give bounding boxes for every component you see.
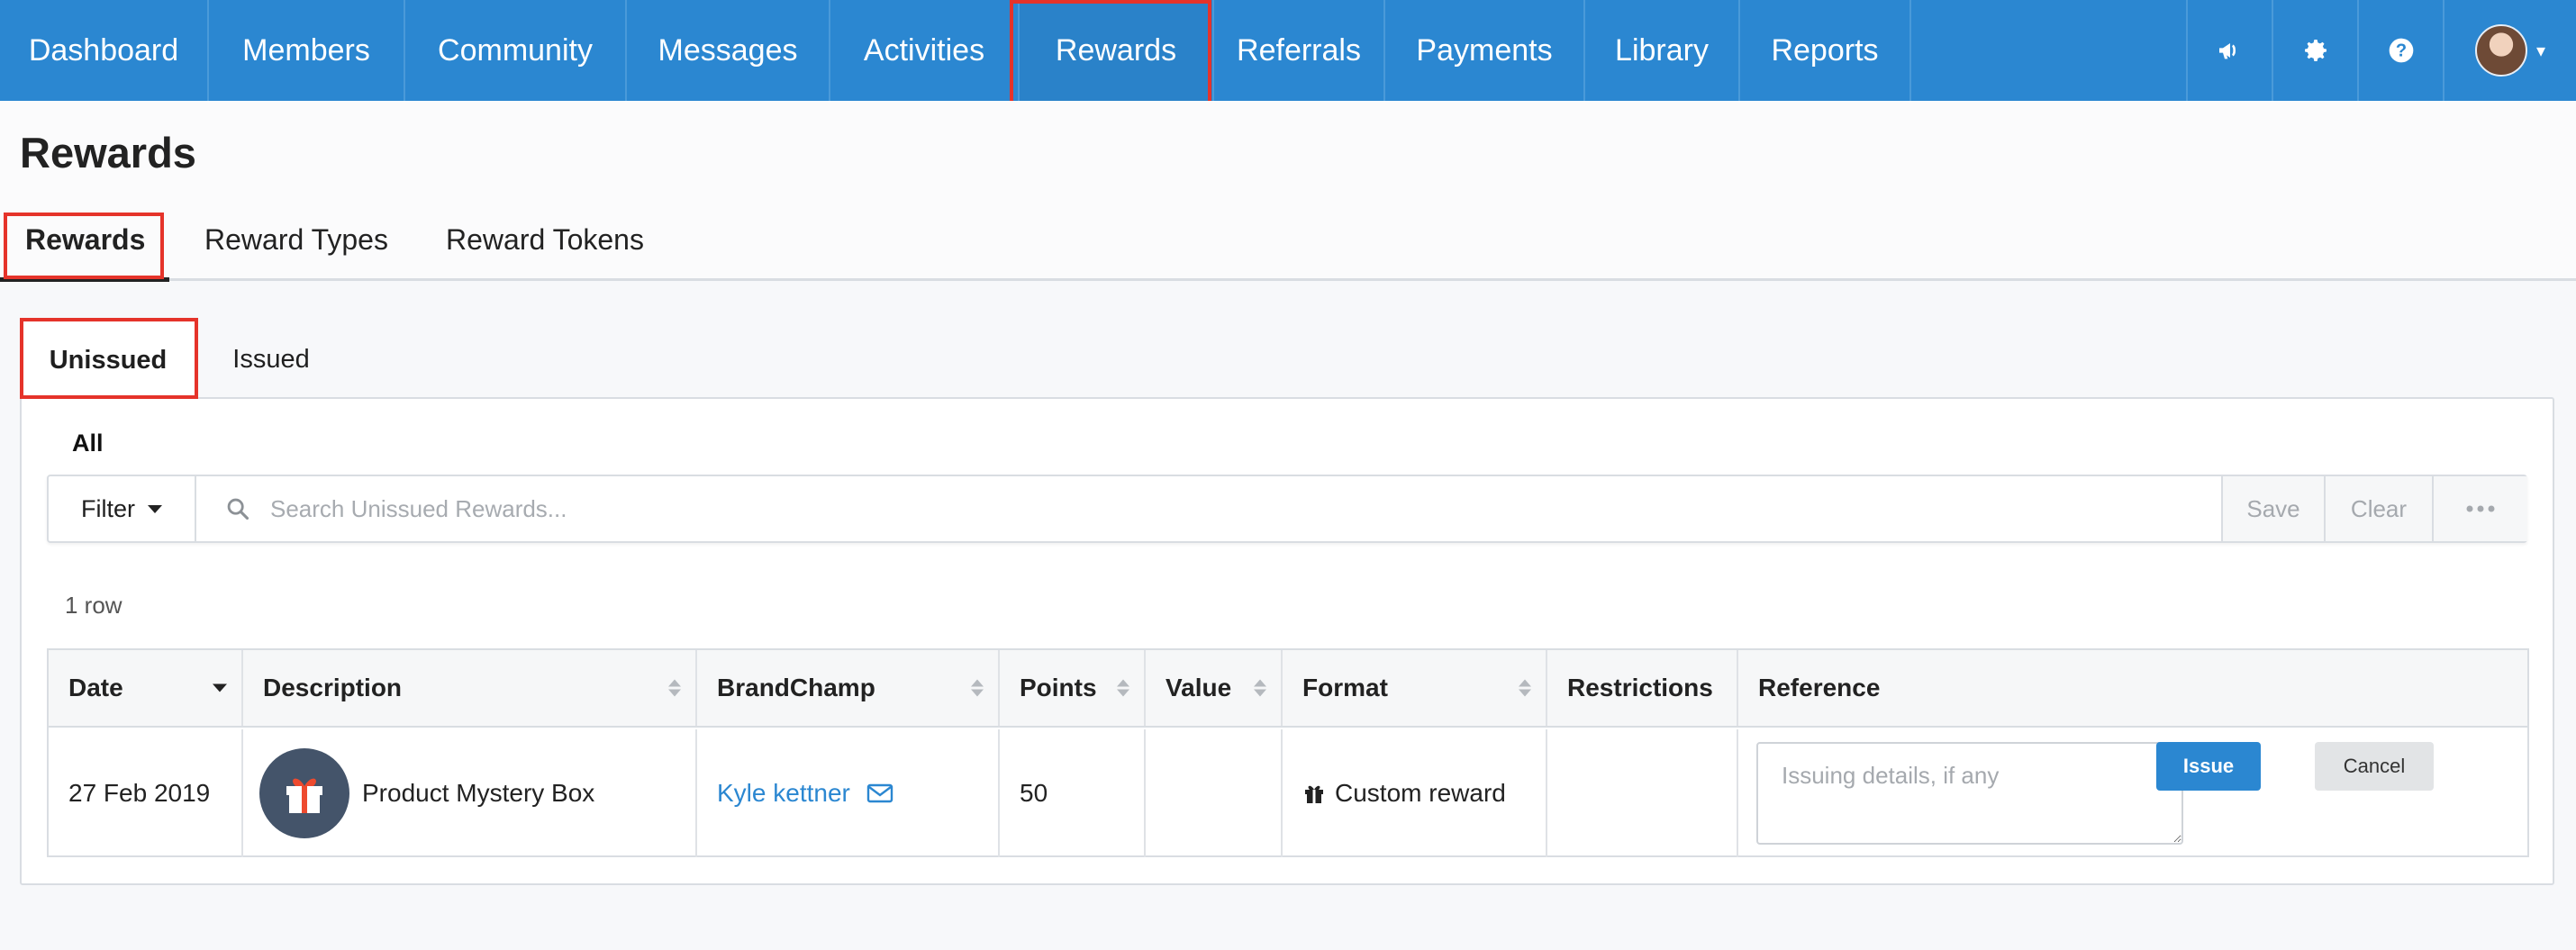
nav-item-community[interactable]: Community	[405, 0, 627, 101]
clear-button[interactable]: Clear	[2324, 476, 2432, 541]
megaphone-icon	[2218, 43, 2236, 59]
subtab-unissued[interactable]: Unissued	[20, 320, 196, 399]
issue-button[interactable]: Issue	[2156, 742, 2261, 791]
column-header-points[interactable]: Points	[1000, 650, 1146, 726]
cell-restrictions	[1547, 729, 1738, 857]
page-title: Rewards	[20, 129, 196, 176]
tab-rewards[interactable]: Rewards	[25, 223, 145, 257]
gift-icon	[1305, 785, 1323, 803]
gear-icon	[2304, 40, 2327, 61]
nav-right-tools: ? ▾	[2186, 0, 2576, 101]
filter-button[interactable]: Filter	[49, 476, 196, 541]
cell-description: Product Mystery Box	[243, 729, 697, 857]
format-text: Custom reward	[1335, 779, 1506, 807]
help-icon: ?	[2389, 38, 2413, 63]
subtab-issued[interactable]: Issued	[213, 320, 330, 399]
description-text: Product Mystery Box	[362, 779, 595, 807]
avatar	[2474, 24, 2527, 77]
nav-item-activities[interactable]: Activities	[830, 0, 1020, 101]
top-navigation: Dashboard Members Community Messages Act…	[0, 0, 2576, 101]
more-button[interactable]	[2432, 476, 2527, 541]
column-header-date[interactable]: Date	[49, 650, 243, 726]
reference-input[interactable]	[1756, 742, 2183, 845]
sort-icon	[1117, 679, 1129, 697]
cell-points: 50	[1000, 729, 1146, 857]
nav-item-reports[interactable]: Reports	[1740, 0, 1911, 101]
caret-down-icon: ▾	[2535, 41, 2546, 61]
sort-icon	[668, 679, 681, 697]
active-tab-indicator	[0, 277, 169, 282]
nav-item-dashboard[interactable]: Dashboard	[0, 0, 209, 101]
filter-bar: Filter Save Clear	[47, 475, 2527, 543]
cell-format: Custom reward	[1283, 729, 1547, 857]
sort-icon	[1519, 679, 1531, 697]
user-menu-button[interactable]: ▾	[2443, 0, 2576, 101]
nav-item-library[interactable]: Library	[1585, 0, 1740, 101]
nav-item-payments[interactable]: Payments	[1385, 0, 1585, 101]
nav-item-rewards[interactable]: Rewards	[1020, 0, 1214, 101]
nav-item-messages[interactable]: Messages	[627, 0, 830, 101]
nav-item-referrals[interactable]: Referrals	[1214, 0, 1385, 101]
page-header: Rewards Rewards Reward Types Reward Toke…	[0, 101, 2576, 282]
column-header-brandchamp[interactable]: BrandChamp	[697, 650, 1000, 726]
brandchamp-link[interactable]: Kyle kettner	[717, 779, 850, 808]
filter-label: Filter	[81, 494, 135, 522]
gift-icon	[259, 748, 349, 838]
table-header: Date Description BrandChamp Points Value…	[49, 650, 2527, 728]
view-all-label[interactable]: All	[72, 430, 104, 457]
column-header-restrictions: Restrictions	[1547, 650, 1738, 726]
cell-brandchamp: Kyle kettner	[697, 729, 1000, 857]
search-input[interactable]	[270, 485, 2027, 532]
tab-reward-types[interactable]: Reward Types	[204, 223, 388, 257]
caret-down-icon	[148, 504, 162, 513]
announcements-button[interactable]	[2186, 0, 2272, 101]
sort-icon	[971, 679, 984, 697]
nav-item-members[interactable]: Members	[209, 0, 405, 101]
column-header-description[interactable]: Description	[243, 650, 697, 726]
column-header-format[interactable]: Format	[1283, 650, 1547, 726]
column-header-reference: Reference	[1758, 674, 1881, 701]
cancel-button[interactable]: Cancel	[2315, 742, 2434, 791]
cell-date: 27 Feb 2019	[49, 729, 243, 857]
search-icon	[225, 496, 250, 526]
cell-value	[1146, 729, 1283, 857]
envelope-icon[interactable]	[866, 783, 893, 804]
more-icon	[2466, 505, 2495, 512]
save-button[interactable]: Save	[2221, 476, 2324, 541]
help-button[interactable]: ?	[2357, 0, 2443, 101]
settings-button[interactable]	[2272, 0, 2357, 101]
row-count: 1 row	[65, 592, 122, 619]
tab-reward-tokens[interactable]: Reward Tokens	[446, 223, 644, 257]
sort-desc-icon	[213, 683, 227, 692]
svg-text:?: ?	[2395, 41, 2406, 61]
column-header-value[interactable]: Value	[1146, 650, 1283, 726]
sort-icon	[1254, 679, 1266, 697]
